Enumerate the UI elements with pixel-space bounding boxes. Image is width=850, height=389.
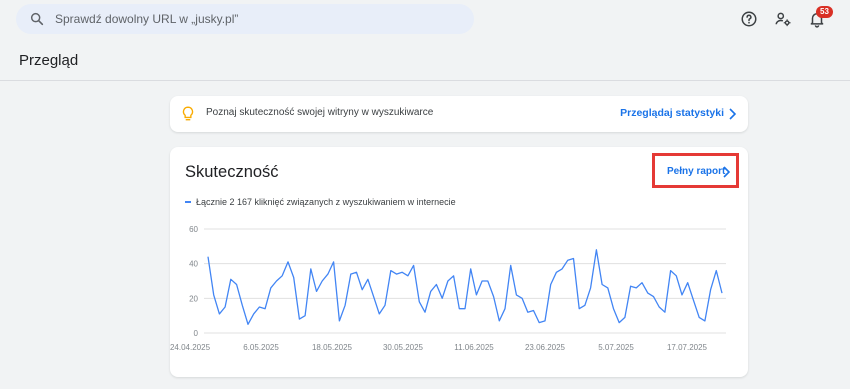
notification-badge: 53 xyxy=(816,6,833,18)
y-tick-label: 20 xyxy=(189,294,198,303)
lightbulb-icon xyxy=(182,106,194,121)
x-tick-label: 11.06.2025 xyxy=(454,343,494,352)
x-tick-label: 30.05.2025 xyxy=(383,343,424,352)
x-tick-label: 18.05.2025 xyxy=(312,343,353,352)
x-tick-label: 5.07.2025 xyxy=(598,343,634,352)
x-tick-label: 6.05.2025 xyxy=(243,343,279,352)
performance-card: Skuteczność Pełny raport Łącznie 2 167 k… xyxy=(170,147,748,377)
search-input[interactable] xyxy=(53,11,437,27)
x-tick-label: 23.06.2025 xyxy=(525,343,566,352)
y-tick-label: 0 xyxy=(194,329,199,338)
chevron-right-icon[interactable] xyxy=(728,108,736,120)
insights-tip-card: Poznaj skuteczność swojej witryny w wysz… xyxy=(170,96,748,132)
x-tick-label: 24.04.2025 xyxy=(170,343,211,352)
search-icon xyxy=(30,12,44,26)
top-bar: 53 xyxy=(0,0,850,40)
user-settings-icon[interactable] xyxy=(774,10,792,28)
x-tick-label: 17.07.2025 xyxy=(667,343,708,352)
y-tick-label: 40 xyxy=(189,260,198,269)
divider xyxy=(0,80,850,81)
page-title: Przegląd xyxy=(19,52,79,69)
search-bar[interactable] xyxy=(16,4,474,34)
header-actions: 53 xyxy=(740,6,833,28)
help-icon[interactable] xyxy=(740,10,758,28)
clicks-series-line xyxy=(207,249,723,325)
view-insights-link[interactable]: Przeglądaj statystyki xyxy=(620,107,724,119)
tip-text: Poznaj skuteczność swojej witryny w wysz… xyxy=(206,107,434,118)
y-tick-label: 60 xyxy=(189,225,198,234)
clicks-line-chart: 0 20 40 60 24.04.2025 6.05.2025 18.05.2025 30.0… xyxy=(170,225,726,352)
notifications-bell-icon[interactable]: 53 xyxy=(808,6,833,28)
